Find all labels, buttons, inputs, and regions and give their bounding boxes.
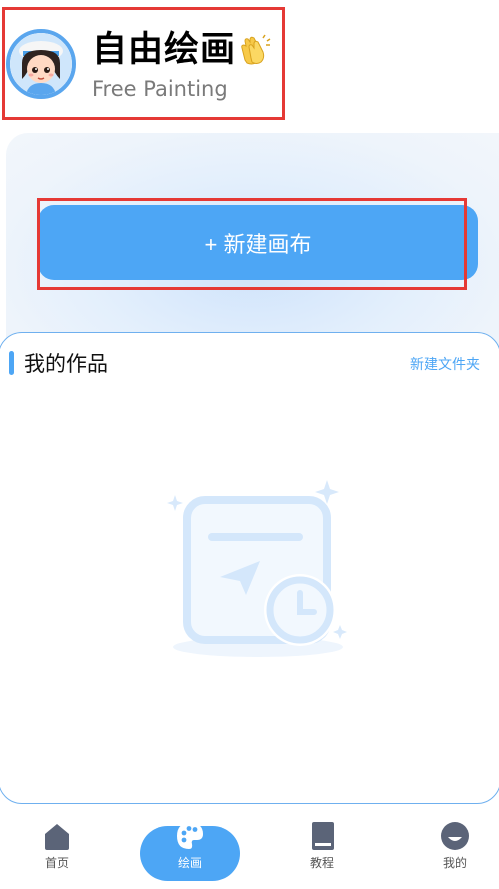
book-icon [312, 822, 334, 850]
new-folder-button[interactable]: 新建文件夹 [410, 354, 480, 374]
nav-label-home: 首页 [44, 856, 69, 870]
nav-label-mine: 我的 [442, 856, 467, 870]
home-icon [45, 824, 69, 850]
new-canvas-button[interactable]: + 新建画布 [38, 205, 478, 280]
nav-label-tutorial: 教程 [309, 856, 334, 870]
nav-item-mine[interactable]: 我的 [420, 820, 490, 880]
my-works-title: 我的作品 [24, 352, 108, 376]
nav-item-home[interactable]: 首页 [22, 820, 92, 880]
header-highlight-outline [2, 7, 285, 120]
section-accent-bar [9, 351, 14, 375]
nav-label-painting: 绘画 [177, 856, 202, 870]
nav-item-painting[interactable]: 绘画 [155, 820, 225, 880]
nav-item-tutorial[interactable]: 教程 [287, 820, 357, 880]
profile-icon [441, 822, 469, 850]
palette-icon [177, 823, 203, 849]
empty-document-clock-icon [167, 480, 347, 657]
